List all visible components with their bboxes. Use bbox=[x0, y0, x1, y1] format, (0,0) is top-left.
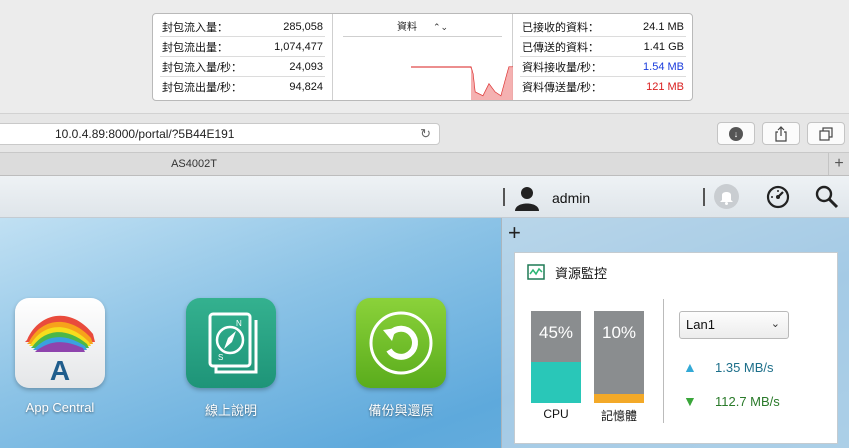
stat-value: 1.54 MB bbox=[643, 60, 684, 73]
app-central-shortcut[interactable]: A App Central bbox=[0, 298, 120, 415]
online-help-icon: N S bbox=[186, 298, 276, 388]
resource-monitor-icon bbox=[527, 264, 545, 280]
stat-value: 1.41 GB bbox=[643, 40, 684, 53]
stat-packets-out-per-sec: 封包流出量/秒： 94,824 bbox=[160, 77, 325, 97]
url-text: 10.0.4.89:8000/portal/?5B44E191 bbox=[55, 127, 235, 141]
download-rate-row: ▼ 112.7 MB/s bbox=[683, 393, 833, 409]
app-label: 備份與還原 bbox=[368, 403, 434, 418]
stat-data-sent-per-sec: 資料傳送量/秒： 121 MB bbox=[520, 77, 686, 97]
network-traffic-graph bbox=[411, 66, 513, 100]
tab-active[interactable]: AS4002T bbox=[0, 158, 828, 170]
downloads-button[interactable]: ↓ bbox=[717, 122, 755, 145]
cpu-usage-percent: 45% bbox=[538, 323, 574, 342]
network-interface-select[interactable]: Lan1 ⌄ bbox=[679, 311, 789, 339]
user-icon[interactable] bbox=[513, 185, 541, 211]
stat-label: 封包流出量/秒： bbox=[162, 82, 243, 94]
download-rate: 112.7 MB/s bbox=[715, 394, 780, 409]
tabs-overview-icon bbox=[819, 126, 833, 141]
widget-title: 資源監控 bbox=[555, 266, 608, 281]
adm-taskbar: admin bbox=[0, 176, 849, 218]
network-graph-column: 資料 ⌃⌄ bbox=[333, 14, 513, 100]
stat-packets-in-per-sec: 封包流入量/秒： 24,093 bbox=[160, 57, 325, 77]
download-icon: ↓ bbox=[729, 126, 743, 141]
app-central-icon: A bbox=[15, 298, 105, 388]
selected-interface: Lan1 bbox=[686, 317, 715, 332]
memory-usage-bar: 10% bbox=[594, 311, 644, 403]
stat-packets-in: 封包流入量： 285,058 bbox=[160, 17, 325, 37]
browser-toolbar: 10.0.4.89:8000/portal/?5B44E191 ↻ ↓ bbox=[0, 113, 849, 153]
memory-usage-fill bbox=[594, 393, 644, 403]
stat-label: 封包流入量/秒： bbox=[162, 61, 243, 74]
stat-label: 封包流出量： bbox=[162, 41, 228, 54]
reload-icon[interactable]: ↻ bbox=[420, 126, 431, 142]
online-help-shortcut[interactable]: N S 線上說明 bbox=[171, 298, 291, 419]
app-label: App Central bbox=[25, 400, 95, 415]
resource-monitor-widget: 資源監控 45% 10% CPU 記憶體 Lan1 ⌄ ▲ 1.35 MB/s ▼… bbox=[514, 252, 838, 444]
stat-data-received: 已接收的資料： 24.1 MB bbox=[520, 17, 686, 37]
chevron-down-icon: ⌄ bbox=[770, 318, 780, 330]
stat-value: 94,824 bbox=[289, 81, 323, 93]
widget-panel: + 資源監控 45% 10% CPU 記憶體 Lan1 ⌄ ▲ 1.35 MB/… bbox=[501, 218, 849, 448]
new-tab-button[interactable]: + bbox=[828, 153, 849, 175]
add-widget-button[interactable]: + bbox=[508, 220, 521, 246]
cpu-label: CPU bbox=[543, 407, 569, 421]
packet-stats-column: 封包流入量： 285,058 封包流出量： 1,074,477 封包流入量/秒：… bbox=[153, 14, 333, 100]
app-label: 線上說明 bbox=[204, 403, 257, 418]
stat-value: 24,093 bbox=[289, 60, 323, 73]
cpu-usage-fill bbox=[531, 361, 581, 403]
graph-mode-label: 資料 bbox=[396, 22, 417, 33]
stat-label: 資料傳送量/秒： bbox=[522, 82, 603, 94]
stat-value: 285,058 bbox=[283, 20, 323, 33]
backup-restore-icon bbox=[356, 298, 446, 388]
network-stats-panel: 封包流入量： 285,058 封包流出量： 1,074,477 封包流入量/秒：… bbox=[152, 13, 693, 101]
username-label[interactable]: admin bbox=[552, 190, 590, 206]
svg-text:N: N bbox=[236, 319, 242, 328]
stat-label: 已傳送的資料： bbox=[522, 41, 599, 54]
memory-usage-percent: 10% bbox=[601, 323, 637, 342]
tab-title: AS4002T bbox=[171, 158, 217, 170]
graph-mode-selector[interactable]: 資料 ⌃⌄ bbox=[333, 18, 512, 33]
stat-data-sent: 已傳送的資料： 1.41 GB bbox=[520, 37, 686, 57]
stat-packets-out: 封包流出量： 1,074,477 bbox=[160, 37, 325, 57]
cpu-usage-bar: 45% bbox=[531, 311, 581, 403]
widget-divider bbox=[663, 299, 664, 423]
share-icon bbox=[775, 125, 787, 142]
search-icon[interactable] bbox=[814, 184, 840, 210]
notification-bell-icon[interactable] bbox=[714, 184, 739, 209]
stat-label: 資料接收量/秒： bbox=[522, 61, 603, 74]
dashboard-gauge-icon[interactable] bbox=[765, 184, 791, 210]
data-stats-column: 已接收的資料： 24.1 MB 已傳送的資料： 1.41 GB 資料接收量/秒：… bbox=[513, 14, 693, 100]
upload-rate: 1.35 MB/s bbox=[715, 360, 774, 375]
memory-label: 記憶體 bbox=[600, 409, 637, 423]
sent-traffic-line bbox=[411, 66, 513, 97]
header-divider bbox=[703, 188, 705, 206]
sent-traffic-area bbox=[471, 67, 513, 100]
upload-arrow-icon: ▲ bbox=[683, 359, 697, 375]
updown-chevron-icon: ⌃⌄ bbox=[432, 22, 449, 32]
adm-desktop: admin A App Central N S 線上說明 備份與還原 + 資源監… bbox=[0, 176, 849, 448]
share-button[interactable] bbox=[762, 122, 800, 145]
stat-label: 已接收的資料： bbox=[522, 21, 599, 34]
stat-value: 1,074,477 bbox=[274, 40, 323, 53]
stat-value: 121 MB bbox=[646, 81, 684, 93]
backup-restore-shortcut[interactable]: 備份與還原 bbox=[341, 298, 461, 419]
graph-divider bbox=[343, 36, 502, 37]
tab-bar: AS4002T + bbox=[0, 153, 849, 176]
header-divider bbox=[503, 188, 505, 206]
svg-text:S: S bbox=[218, 353, 223, 362]
show-tabs-button[interactable] bbox=[807, 122, 845, 145]
upload-rate-row: ▲ 1.35 MB/s bbox=[683, 359, 833, 375]
activity-monitor-area: 封包流入量： 285,058 封包流出量： 1,074,477 封包流入量/秒：… bbox=[0, 0, 849, 113]
address-bar[interactable]: 10.0.4.89:8000/portal/?5B44E191 ↻ bbox=[0, 123, 440, 145]
download-arrow-icon: ▼ bbox=[683, 393, 697, 409]
stat-label: 封包流入量： bbox=[162, 21, 228, 34]
svg-text:A: A bbox=[50, 355, 70, 386]
stat-value: 24.1 MB bbox=[643, 20, 684, 33]
stat-data-received-per-sec: 資料接收量/秒： 1.54 MB bbox=[520, 57, 686, 77]
plus-icon: + bbox=[834, 155, 844, 172]
